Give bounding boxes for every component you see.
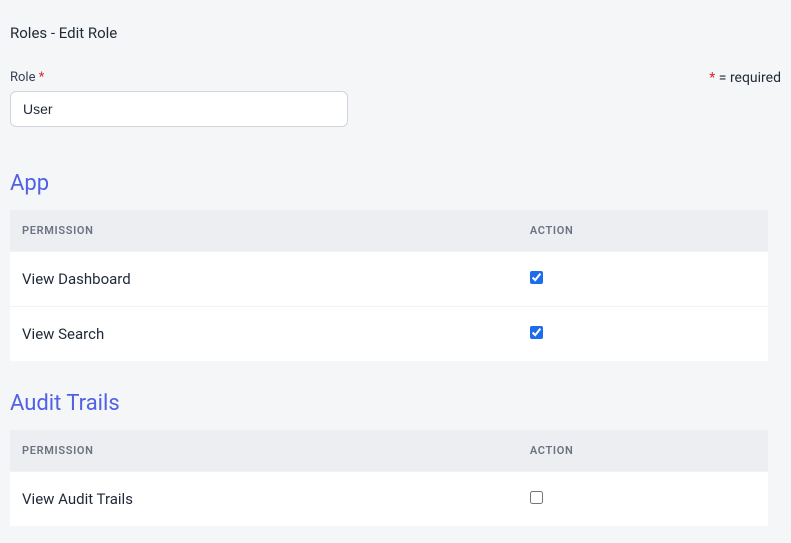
- permission-label: View Search: [10, 307, 518, 362]
- table-row: View Audit Trails: [10, 472, 768, 527]
- role-field-group: Role *: [10, 70, 348, 127]
- column-header-permission: PERMISSION: [10, 210, 518, 252]
- permissions-table: PERMISSIONACTIONView Audit Trails: [10, 430, 768, 526]
- required-asterisk-icon: *: [709, 70, 715, 86]
- role-label: Role *: [10, 70, 348, 85]
- action-cell: [518, 307, 768, 362]
- permission-label: View Audit Trails: [10, 472, 518, 527]
- page-title: Roles - Edit Role: [10, 10, 781, 42]
- required-asterisk-icon: *: [39, 70, 45, 85]
- role-input[interactable]: [10, 91, 348, 127]
- role-label-text: Role: [10, 70, 35, 85]
- column-header-permission: PERMISSION: [10, 430, 518, 472]
- table-row: View Search: [10, 307, 768, 362]
- column-header-action: ACTION: [518, 430, 768, 472]
- permissions-table: PERMISSIONACTIONView DashboardView Searc…: [10, 210, 768, 361]
- permission-label: View Dashboard: [10, 252, 518, 307]
- permission-checkbox[interactable]: [530, 326, 543, 339]
- permission-checkbox[interactable]: [530, 271, 543, 284]
- required-note-text: = required: [719, 70, 781, 86]
- table-row: View Dashboard: [10, 252, 768, 307]
- column-header-action: ACTION: [518, 210, 768, 252]
- action-cell: [518, 252, 768, 307]
- permission-checkbox[interactable]: [530, 491, 543, 504]
- action-cell: [518, 472, 768, 527]
- section-title: Audit Trails: [10, 391, 781, 416]
- required-note: * = required: [709, 70, 781, 86]
- section-title: App: [10, 171, 781, 196]
